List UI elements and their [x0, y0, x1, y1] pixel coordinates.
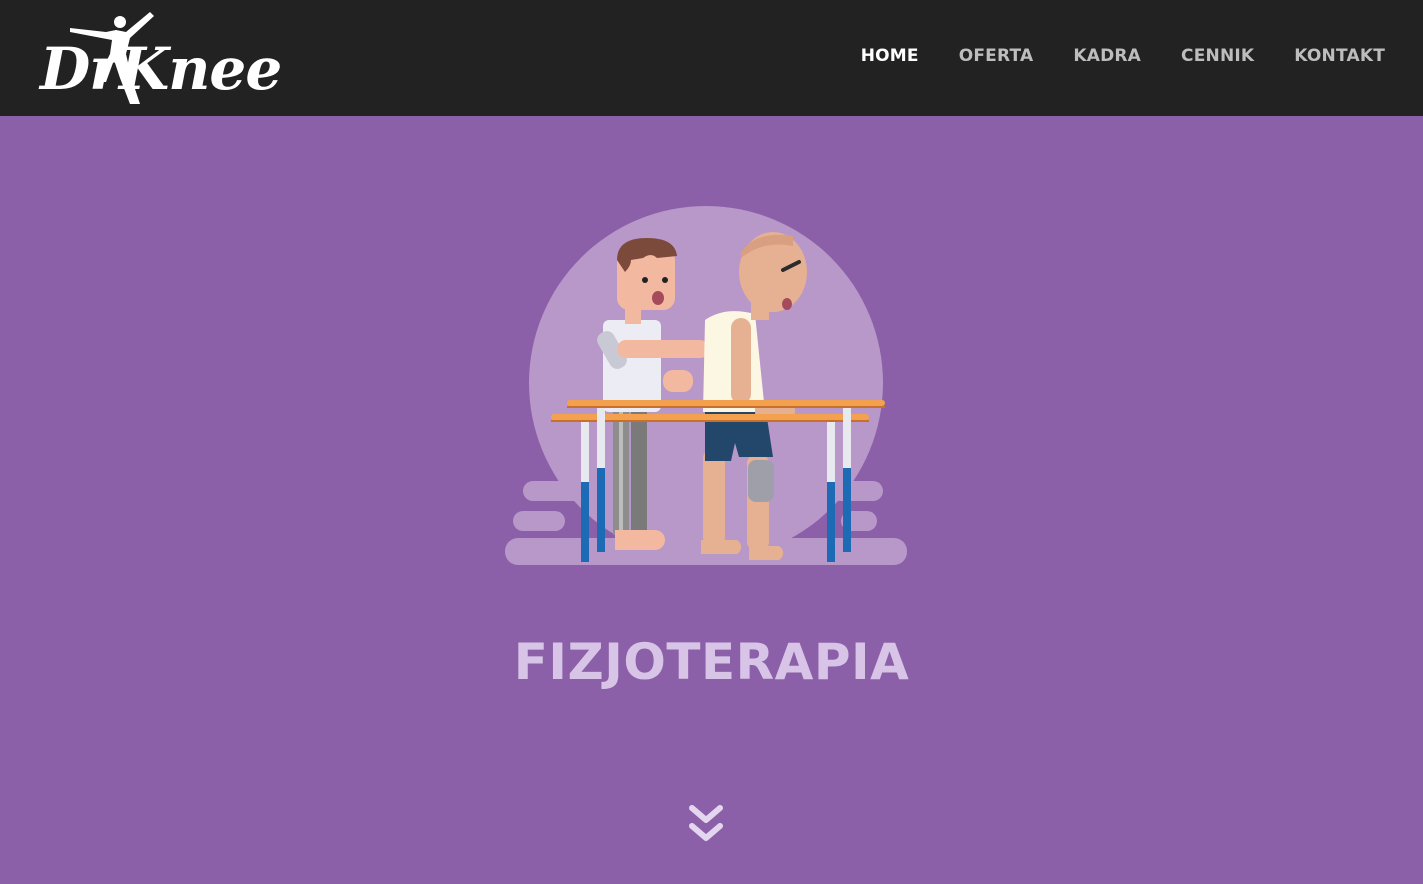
nav-cennik[interactable]: CENNIK	[1181, 46, 1254, 66]
site-logo[interactable]: DrKnee	[40, 6, 282, 108]
site-header: DrKnee HOME OFERTA KADRA CENNIK KONTAKT	[0, 0, 1423, 116]
main-nav: HOME OFERTA KADRA CENNIK KONTAKT	[861, 44, 1385, 68]
dancer-figure-icon	[70, 12, 154, 104]
nav-home[interactable]: HOME	[861, 46, 919, 66]
hero-title: FIZJOTERAPIA	[513, 632, 910, 691]
nav-kontakt[interactable]: KONTAKT	[1294, 46, 1385, 66]
physiotherapy-illustration	[505, 206, 907, 565]
double-chevron-down-icon[interactable]	[688, 804, 724, 848]
nav-kadra[interactable]: KADRA	[1073, 46, 1141, 66]
nav-oferta[interactable]: OFERTA	[959, 46, 1034, 66]
